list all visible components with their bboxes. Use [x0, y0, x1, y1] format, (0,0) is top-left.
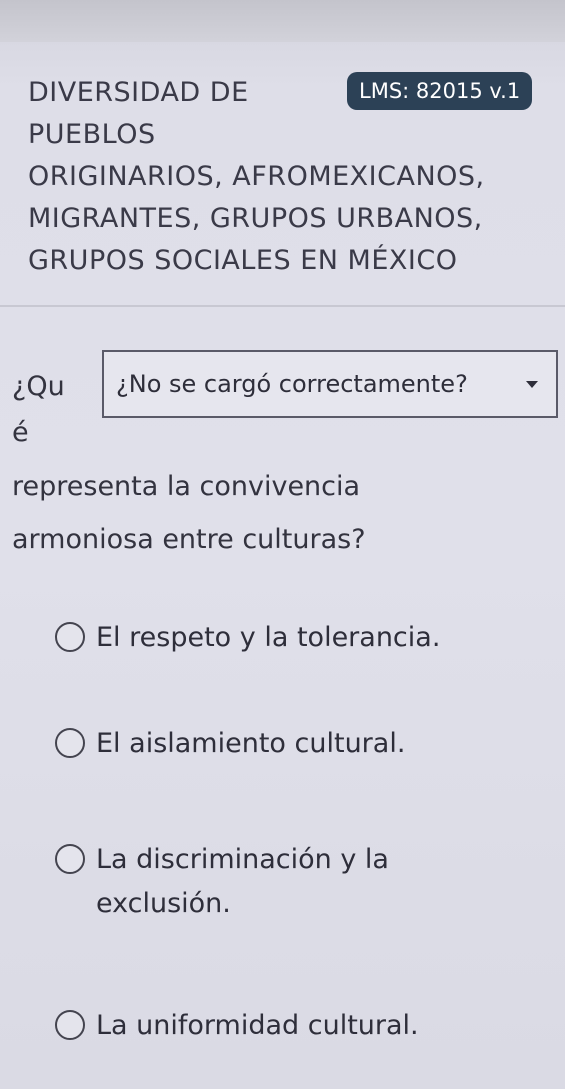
answer-option-2[interactable]: El aislamiento cultural. — [55, 722, 555, 766]
header-divider — [0, 305, 565, 307]
header: DIVERSIDAD DE PUEBLOS ORIGINARIOS, AFROM… — [0, 42, 565, 304]
radio-empty-icon[interactable] — [55, 1010, 85, 1040]
radio-empty-icon[interactable] — [55, 728, 85, 758]
answer-option-3[interactable]: La discriminación y la exclusión. — [55, 838, 555, 926]
question: ¿Qu é ¿No se cargó correctamente? repres… — [12, 350, 558, 555]
question-fragment-wrapped: é — [12, 417, 29, 448]
answer-option-4[interactable]: La uniformidad cultural. — [55, 1004, 555, 1048]
answer-option-1[interactable]: El respeto y la tolerancia. — [55, 616, 555, 660]
page: DIVERSIDAD DE PUEBLOS ORIGINARIOS, AFROM… — [0, 0, 565, 1089]
caret-down-icon — [526, 380, 538, 388]
radio-empty-icon[interactable] — [55, 844, 85, 874]
dropdown-label: ¿No se cargó correctamente? — [116, 369, 468, 398]
lms-version-badge: LMS: 82015 v.1 — [347, 72, 533, 110]
radio-empty-icon[interactable] — [55, 622, 85, 652]
answer-option-label: La uniformidad cultural. — [96, 1010, 419, 1041]
answer-option-label: El aislamiento cultural. — [96, 728, 406, 759]
load-error-dropdown[interactable]: ¿No se cargó correctamente? — [102, 350, 558, 418]
answer-option-label: El respeto y la tolerancia. — [96, 622, 441, 653]
question-first-line: ¿Qu é ¿No se cargó correctamente? — [12, 350, 558, 448]
question-text: representa la convivencia armoniosa entr… — [12, 471, 366, 555]
top-strip — [0, 0, 565, 42]
answer-option-label: La discriminación y la exclusión. — [96, 844, 389, 919]
